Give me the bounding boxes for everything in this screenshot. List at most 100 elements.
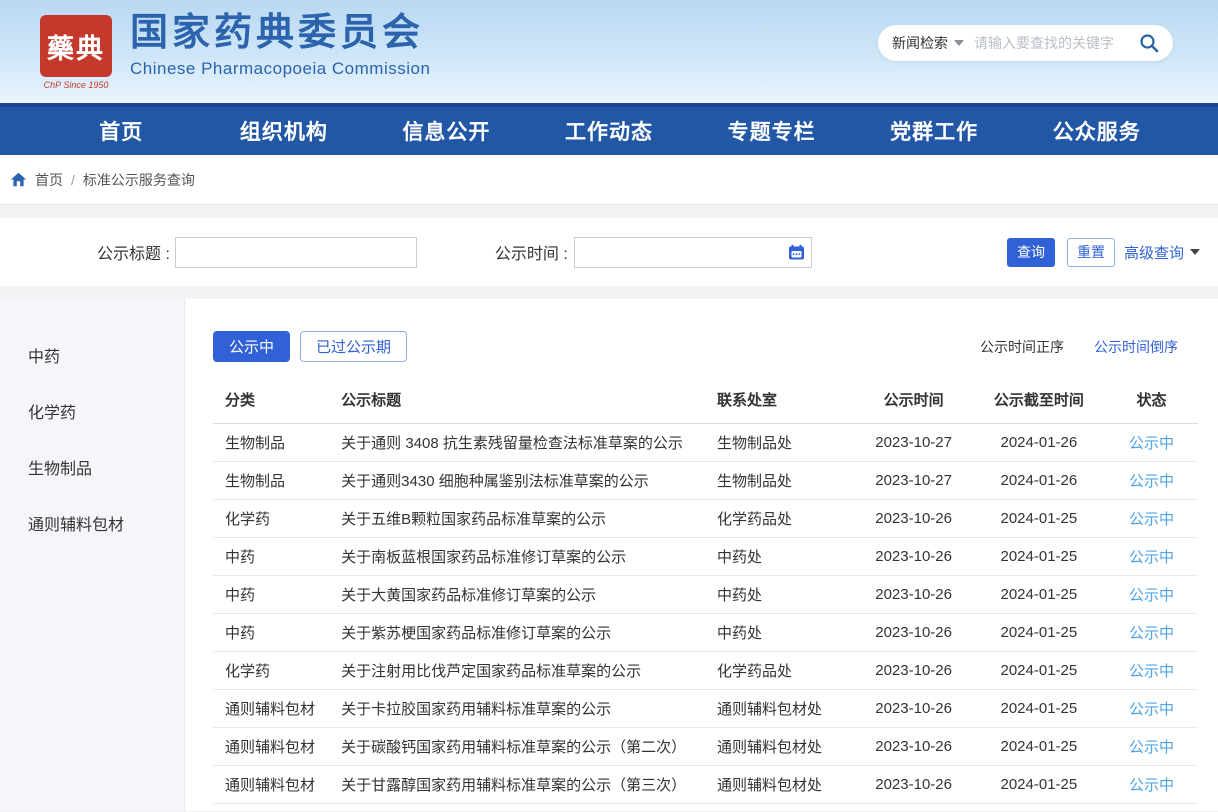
search-category-dropdown[interactable]: 新闻检索: [892, 33, 964, 53]
chp-seal-logo-icon: 藥典: [40, 15, 112, 77]
nav-item-3[interactable]: 工作动态: [528, 107, 691, 155]
row-cell: 2024-01-26: [973, 424, 1107, 462]
row-cell: 通则辅料包材处: [705, 728, 857, 766]
site-subtitle: Chinese Pharmacopoeia Commission: [130, 59, 430, 79]
sidebar-item-3[interactable]: 通则辅料包材: [0, 495, 184, 551]
site-title: 国家药典委员会: [130, 13, 430, 55]
status-link[interactable]: 公示中: [1107, 576, 1198, 614]
row-cell: 2024-01-25: [973, 728, 1107, 766]
status-link[interactable]: 公示中: [1107, 728, 1198, 766]
search-input[interactable]: [974, 35, 1139, 51]
row-cell: 化学药品处: [705, 652, 857, 690]
table-row: 生物制品关于通则 3408 抗生素残留量检查法标准草案的公示生物制品处2023-…: [213, 424, 1198, 462]
row-title-link[interactable]: 关于碳酸钙国家药用辅料标准草案的公示（第二次）: [329, 728, 705, 766]
chevron-down-icon: [1190, 249, 1200, 255]
status-link[interactable]: 公示中: [1107, 424, 1198, 462]
table-row: 生物制品关于通则3430 细胞种属鉴别法标准草案的公示生物制品处2023-10-…: [213, 462, 1198, 500]
status-link[interactable]: 公示中: [1107, 766, 1198, 804]
status-link[interactable]: 公示中: [1107, 652, 1198, 690]
nav-item-2[interactable]: 信息公开: [365, 107, 528, 155]
site-header: 藥典 ChP Since 1950 国家药典委员会 Chinese Pharma…: [0, 0, 1218, 103]
logo[interactable]: 藥典 ChP Since 1950 国家药典委员会 Chinese Pharma…: [40, 13, 430, 90]
table-header-0: 分类: [213, 376, 329, 424]
table-row: 中药关于紫苏梗国家药品标准修订草案的公示中药处2023-10-262024-01…: [213, 614, 1198, 652]
row-cell: 2023-10-26: [857, 614, 973, 652]
table-row: 化学药关于五维B颗粒国家药品标准草案的公示化学药品处2023-10-262024…: [213, 500, 1198, 538]
row-cell: 生物制品: [213, 424, 329, 462]
tab-inactive-1[interactable]: 已过公示期: [300, 331, 407, 362]
row-cell: 2024-01-25: [973, 766, 1107, 804]
calendar-icon[interactable]: [788, 244, 805, 261]
time-filter-input[interactable]: [574, 237, 812, 268]
search-icon[interactable]: [1139, 33, 1159, 53]
row-cell: 2024-01-25: [973, 576, 1107, 614]
query-button[interactable]: 查询: [1007, 238, 1055, 267]
nav-item-6[interactable]: 公众服务: [1015, 107, 1178, 155]
status-link[interactable]: 公示中: [1107, 614, 1198, 652]
table-header-3: 公示时间: [857, 376, 973, 424]
status-link[interactable]: 公示中: [1107, 462, 1198, 500]
main-panel: 公示中已过公示期 公示时间正序 公示时间倒序 分类公示标题联系处室公示时间公示截…: [185, 299, 1218, 811]
sort-time-asc-link[interactable]: 公示时间正序: [980, 337, 1064, 357]
row-title-link[interactable]: 关于通则3430 细胞种属鉴别法标准草案的公示: [329, 462, 705, 500]
nav-item-1[interactable]: 组织机构: [203, 107, 366, 155]
nav-item-0[interactable]: 首页: [40, 107, 203, 155]
row-title-link[interactable]: 关于五维B颗粒国家药品标准草案的公示: [329, 500, 705, 538]
row-cell: 中药处: [705, 538, 857, 576]
breadcrumb: 首页 / 标准公示服务查询: [0, 155, 1218, 205]
status-link[interactable]: 公示中: [1107, 690, 1198, 728]
table-row: 通则辅料包材关于碳酸钙国家药用辅料标准草案的公示（第二次）通则辅料包材处2023…: [213, 728, 1198, 766]
row-cell: 通则辅料包材: [213, 766, 329, 804]
nav-item-5[interactable]: 党群工作: [853, 107, 1016, 155]
row-cell: 中药处: [705, 614, 857, 652]
reset-button[interactable]: 重置: [1067, 238, 1115, 267]
seal-caption: ChP Since 1950: [40, 80, 112, 90]
breadcrumb-home[interactable]: 首页: [35, 170, 63, 190]
table-header-2: 联系处室: [705, 376, 857, 424]
row-cell: 2024-01-25: [973, 500, 1107, 538]
row-cell: 2024-01-25: [973, 538, 1107, 576]
row-cell: 2023-10-26: [857, 538, 973, 576]
status-link[interactable]: 公示中: [1107, 538, 1198, 576]
row-cell: 化学药品处: [705, 500, 857, 538]
sort-time-desc-link[interactable]: 公示时间倒序: [1094, 337, 1178, 357]
row-cell: 中药: [213, 576, 329, 614]
row-title-link[interactable]: 关于注射用比伐芦定国家药品标准草案的公示: [329, 652, 705, 690]
row-cell: 2023-10-27: [857, 462, 973, 500]
row-cell: 生物制品处: [705, 462, 857, 500]
table-header-1: 公示标题: [329, 376, 705, 424]
title-filter-label: 公示标题 :: [97, 240, 170, 264]
row-cell: 2024-01-25: [973, 652, 1107, 690]
breadcrumb-separator: /: [71, 172, 75, 188]
list-toolbar: 公示中已过公示期 公示时间正序 公示时间倒序: [213, 331, 1218, 362]
status-link[interactable]: 公示中: [1107, 500, 1198, 538]
home-icon[interactable]: [10, 171, 27, 188]
row-title-link[interactable]: 关于甘露醇国家药用辅料标准草案的公示（第三次）: [329, 766, 705, 804]
title-filter-input[interactable]: [175, 237, 417, 268]
chevron-down-icon: [954, 40, 964, 46]
row-cell: 中药: [213, 538, 329, 576]
advanced-query-label: 高级查询: [1124, 242, 1184, 263]
row-cell: 2024-01-26: [973, 462, 1107, 500]
row-cell: 2023-10-26: [857, 500, 973, 538]
row-title-link[interactable]: 关于通则 3408 抗生素残留量检查法标准草案的公示: [329, 424, 705, 462]
row-title-link[interactable]: 关于南板蓝根国家药品标准修订草案的公示: [329, 538, 705, 576]
row-cell: 通则辅料包材处: [705, 766, 857, 804]
row-cell: 2023-10-26: [857, 652, 973, 690]
tab-active-0[interactable]: 公示中: [213, 331, 290, 362]
row-cell: 通则辅料包材: [213, 690, 329, 728]
sidebar-item-2[interactable]: 生物制品: [0, 439, 184, 495]
nav-item-4[interactable]: 专题专栏: [690, 107, 853, 155]
table-row: 通则辅料包材关于甘露醇国家药用辅料标准草案的公示（第三次）通则辅料包材处2023…: [213, 766, 1198, 804]
advanced-query-link[interactable]: 高级查询: [1124, 242, 1200, 263]
sidebar-item-0[interactable]: 中药: [0, 327, 184, 383]
row-title-link[interactable]: 关于大黄国家药品标准修订草案的公示: [329, 576, 705, 614]
table-row: 中药关于大黄国家药品标准修订草案的公示中药处2023-10-262024-01-…: [213, 576, 1198, 614]
sidebar-item-1[interactable]: 化学药: [0, 383, 184, 439]
row-cell: 通则辅料包材: [213, 728, 329, 766]
row-title-link[interactable]: 关于紫苏梗国家药品标准修订草案的公示: [329, 614, 705, 652]
row-cell: 化学药: [213, 500, 329, 538]
row-cell: 中药: [213, 614, 329, 652]
row-title-link[interactable]: 关于卡拉胶国家药用辅料标准草案的公示: [329, 690, 705, 728]
top-search-bar: 新闻检索: [878, 25, 1173, 61]
